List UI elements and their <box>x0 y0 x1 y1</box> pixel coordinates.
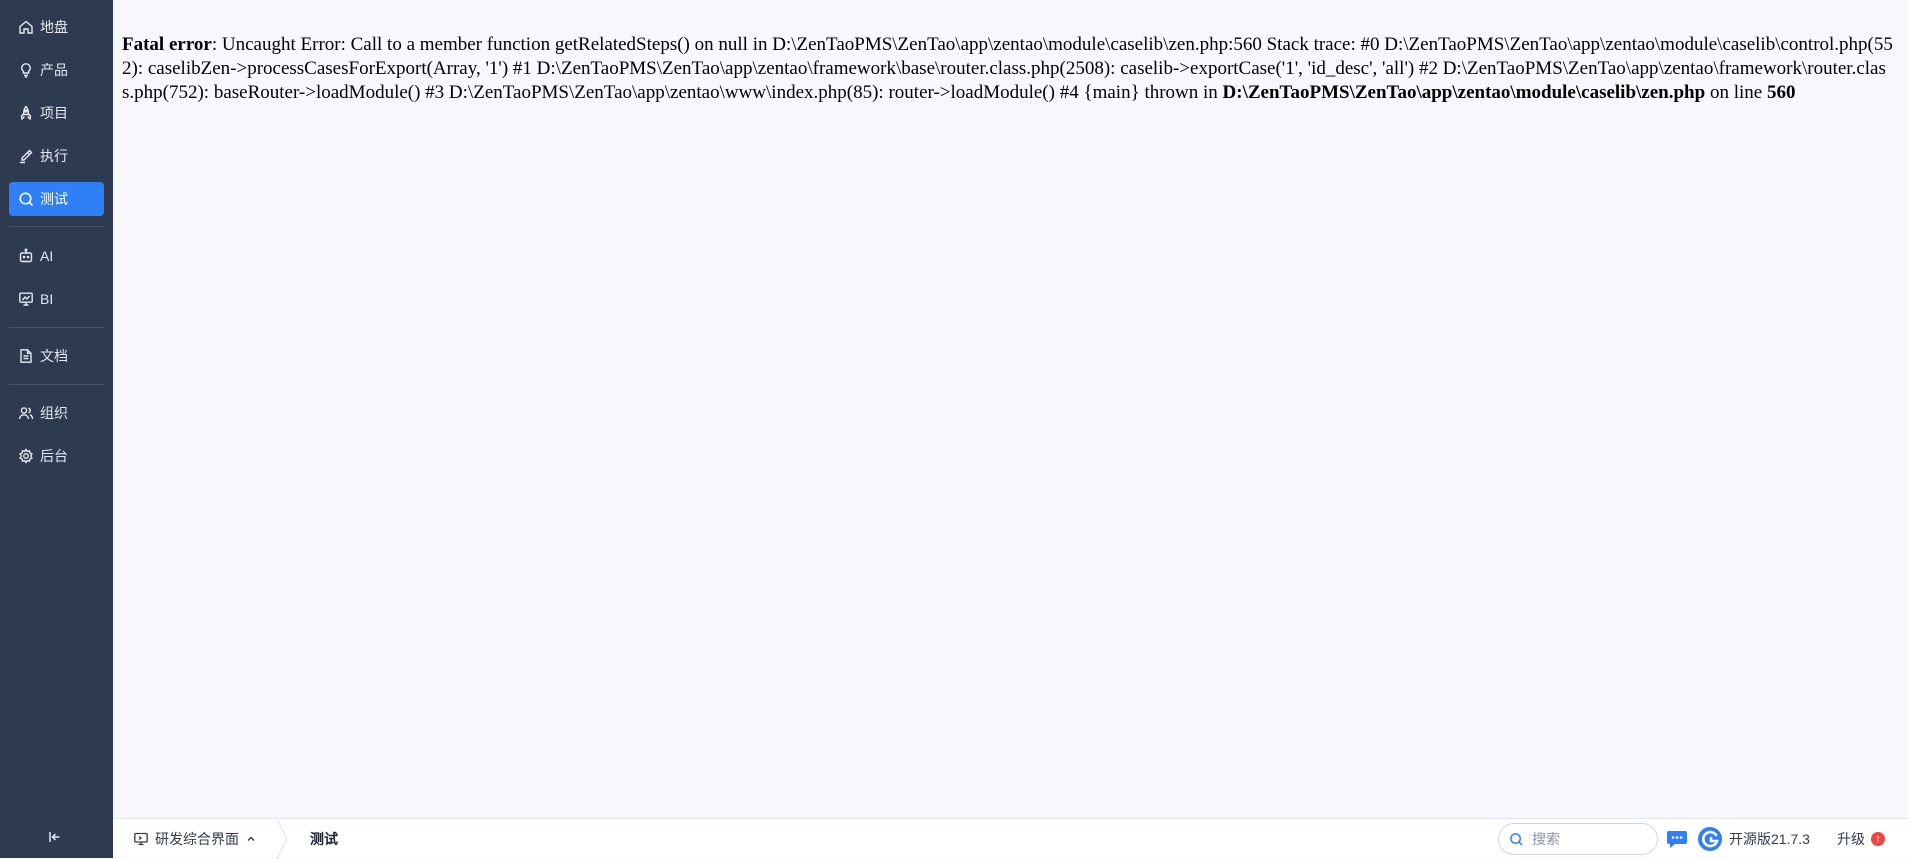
sidebar-item-label: 文档 <box>40 348 68 364</box>
sidebar-item-label: BI <box>40 291 54 307</box>
sidebar-item-org[interactable]: 组织 <box>9 396 104 430</box>
error-line-word: on line <box>1705 82 1767 103</box>
sidebar-item-label: 地盘 <box>40 19 68 35</box>
chevron-up-icon <box>247 836 255 841</box>
error-line: 560 <box>1766 82 1796 103</box>
sidebar-item-label: 测试 <box>40 191 68 207</box>
footer-bar: 研发综合界面 测试 开源版21.7.3 升级 ↑ <box>113 818 1908 859</box>
sidebar-item-label: 产品 <box>40 62 68 78</box>
search-input[interactable] <box>1532 831 1642 847</box>
sidebar-item-test[interactable]: 测试 <box>9 182 104 216</box>
pen-icon <box>20 149 33 164</box>
sidebar-item-bi[interactable]: BI <box>9 282 104 316</box>
sidebar-item-dashboard[interactable]: 地盘 <box>9 10 104 44</box>
search-icon <box>19 192 34 207</box>
version-label: 开源版21.7.3 <box>1729 831 1810 847</box>
collapse-left-icon <box>49 832 60 842</box>
users-icon <box>18 407 34 420</box>
switcher-label: 研发综合界面 <box>155 831 239 847</box>
sidebar-item-doc[interactable]: 文档 <box>9 339 104 373</box>
sidebar-item-admin[interactable]: 后台 <box>9 439 104 473</box>
zentao-logo-icon <box>1698 827 1722 851</box>
version-info[interactable]: 开源版21.7.3 <box>1697 819 1810 859</box>
sidebar-item-project[interactable]: 项目 <box>9 96 104 130</box>
error-message: Fatal error: Uncaught Error: Call to a m… <box>122 33 1898 105</box>
chart-board-icon <box>19 292 33 306</box>
gear-icon <box>19 448 33 464</box>
robot-icon <box>19 248 33 263</box>
rocket-icon <box>20 105 32 121</box>
main-content: Fatal error: Uncaught Error: Call to a m… <box>113 0 1908 818</box>
sidebar-item-product[interactable]: 产品 <box>9 53 104 87</box>
sidebar-item-label: 执行 <box>40 148 68 164</box>
error-prefix: Fatal error <box>122 34 212 55</box>
sidebar-item-label: 后台 <box>40 448 68 464</box>
document-icon <box>20 349 32 363</box>
sidebar-item-label: AI <box>40 248 54 264</box>
sidebar-item-ai[interactable]: AI <box>9 239 104 273</box>
sidebar-divider <box>9 384 104 385</box>
error-file: D:\ZenTaoPMS\ZenTao\app\zentao\module\ca… <box>1222 82 1706 103</box>
chat-icon[interactable] <box>1666 829 1688 849</box>
breadcrumb-separator-icon <box>276 819 288 859</box>
monitor-icon <box>134 832 148 846</box>
lightbulb-icon <box>21 63 31 78</box>
sidebar: 地盘 产品 项目 执行 测试 AI BI 文档 组织 后台 <box>0 0 113 858</box>
breadcrumb-label: 测试 <box>310 831 338 847</box>
sidebar-item-execution[interactable]: 执行 <box>9 139 104 173</box>
upgrade-button[interactable]: 升级 ↑ <box>1837 819 1885 859</box>
global-search <box>1498 823 1658 855</box>
interface-switcher[interactable]: 研发综合界面 <box>133 819 257 859</box>
search-icon <box>1510 832 1523 846</box>
sidebar-collapse-button[interactable] <box>44 826 66 848</box>
home-icon <box>19 20 33 34</box>
upgrade-badge-icon: ↑ <box>1871 832 1885 846</box>
upgrade-label: 升级 <box>1837 831 1865 847</box>
sidebar-divider <box>9 226 104 227</box>
breadcrumb[interactable]: 测试 <box>310 819 338 859</box>
sidebar-item-label: 项目 <box>40 105 68 121</box>
sidebar-divider <box>9 327 104 328</box>
sidebar-item-label: 组织 <box>40 405 68 421</box>
